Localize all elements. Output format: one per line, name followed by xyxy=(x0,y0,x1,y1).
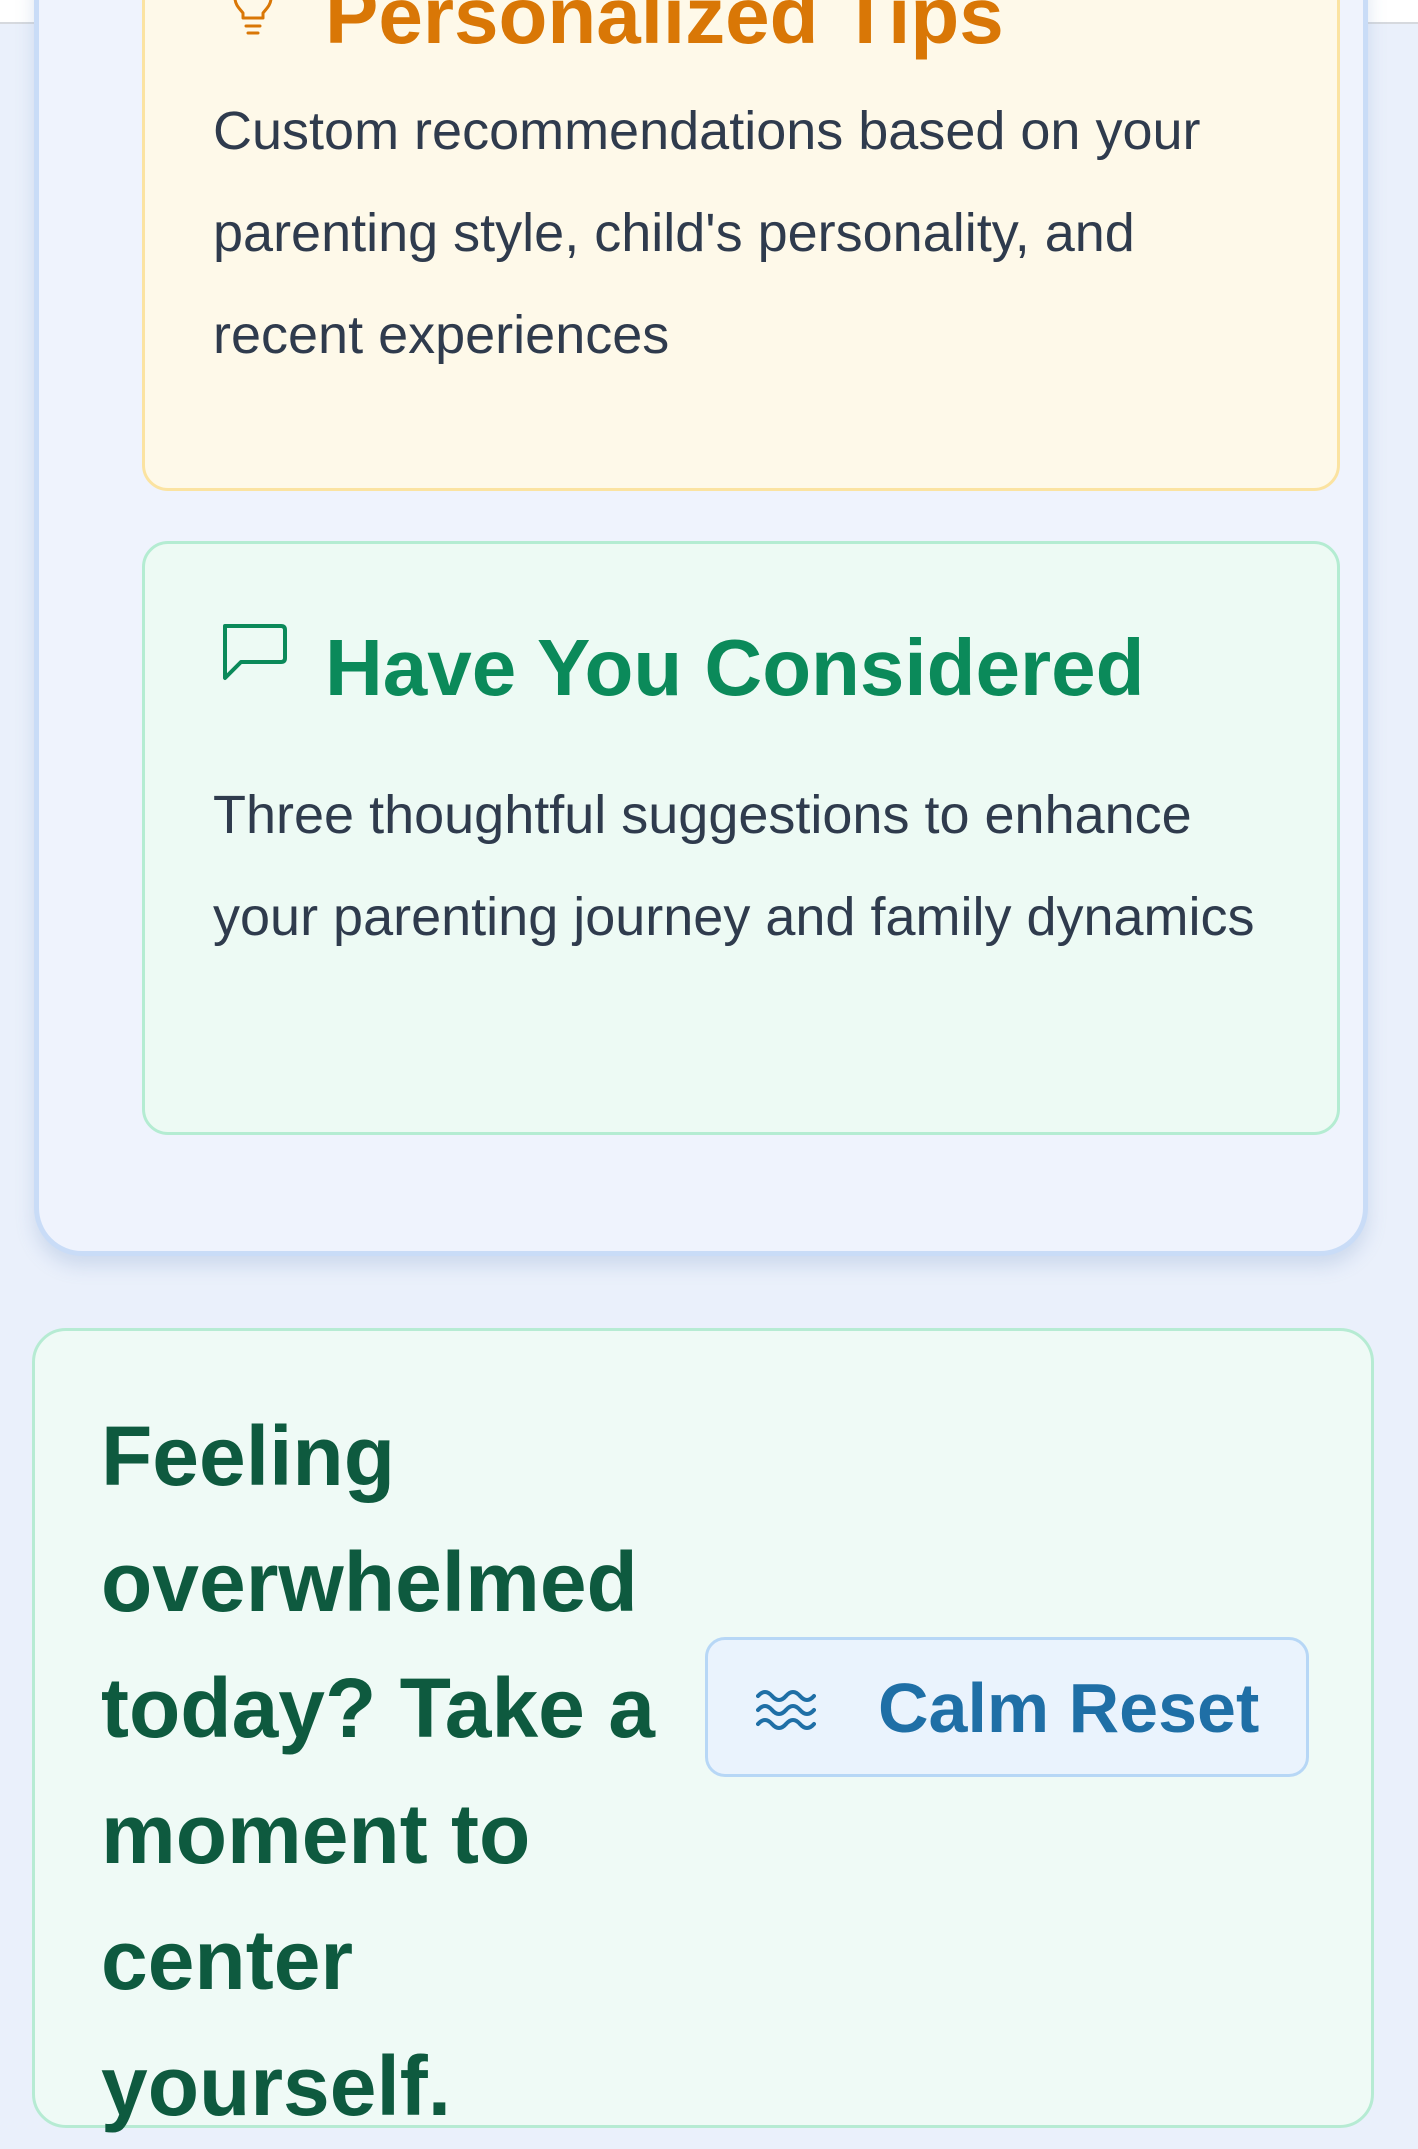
calm-reset-label: Calm Reset xyxy=(878,1669,1260,1747)
personalized-tips-description: Custom recommendations based on your par… xyxy=(213,101,1201,365)
personalized-tips-title: Personalized Tips xyxy=(325,0,1004,60)
lightbulb-icon xyxy=(233,0,273,35)
calm-reset-prompt: Feeling overwhelmed today? Take a moment… xyxy=(101,1409,655,2133)
calm-reset-card: Feeling overwhelmed today? Take a moment… xyxy=(32,1328,1374,2133)
features-card: Personalized Tips Custom recommendations… xyxy=(34,0,1368,1256)
waves-icon xyxy=(756,1690,816,1730)
have-you-considered-title: Have You Considered xyxy=(325,623,1145,712)
personalized-tips-card[interactable]: Personalized Tips Custom recommendations… xyxy=(142,0,1340,491)
have-you-considered-card[interactable]: Have You Considered Three thoughtful sug… xyxy=(142,541,1340,1135)
message-square-icon xyxy=(223,624,287,680)
have-you-considered-description: Three thoughtful suggestions to enhance … xyxy=(213,785,1255,947)
calm-reset-button[interactable]: Calm Reset xyxy=(705,1637,1309,1777)
